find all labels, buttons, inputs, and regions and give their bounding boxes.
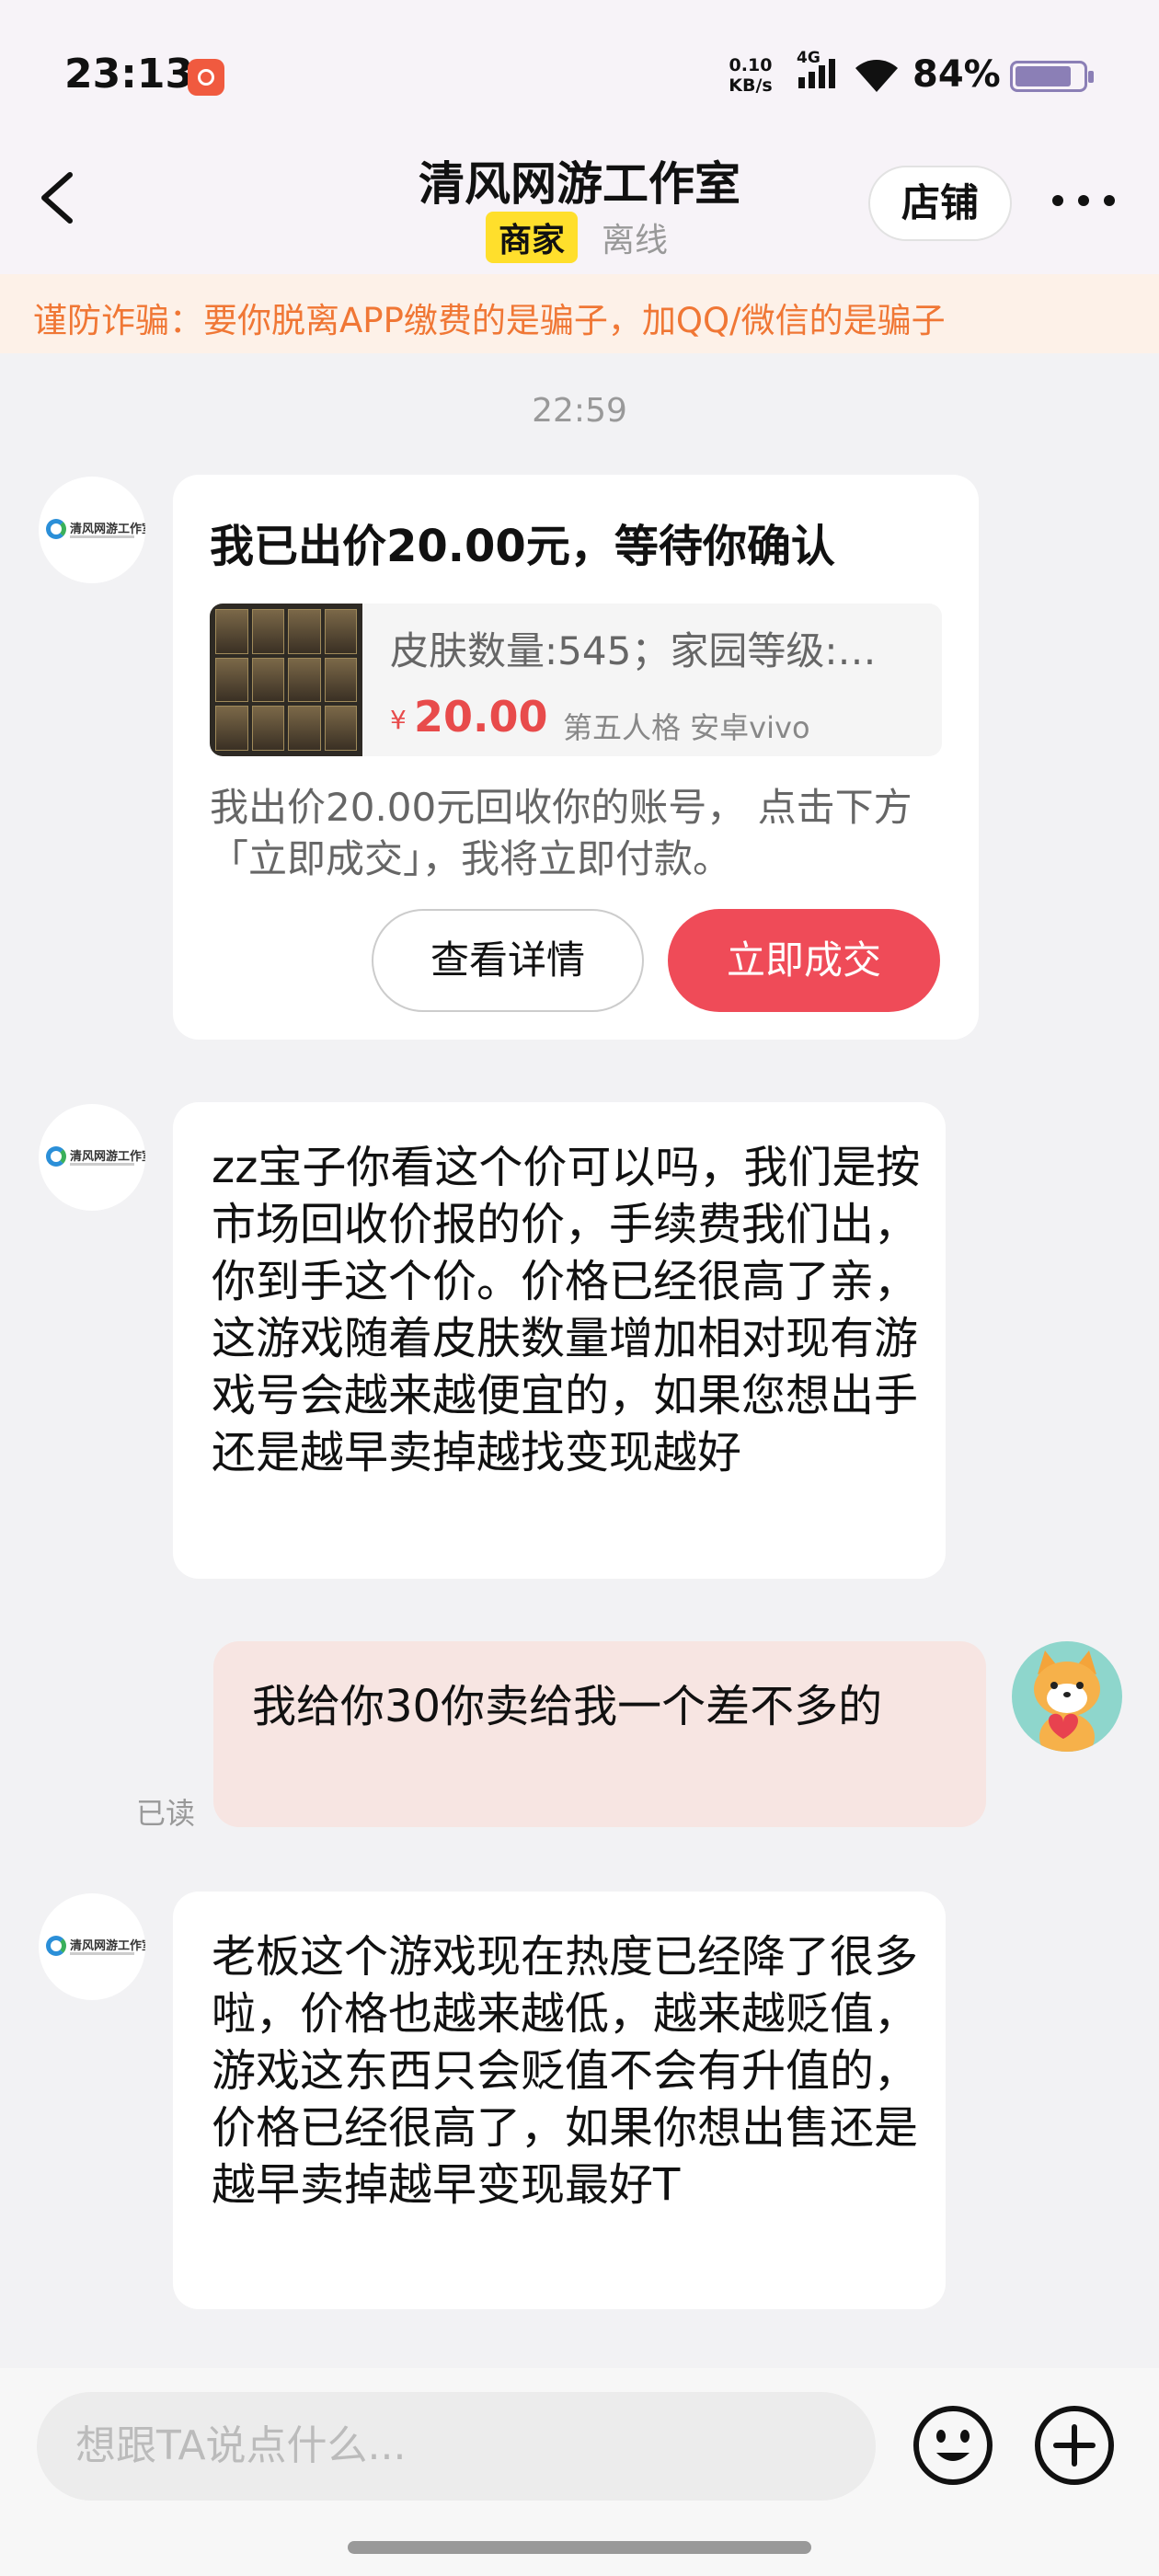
logo-text: 清风网游工作室	[70, 1150, 145, 1164]
battery-icon	[1010, 61, 1094, 92]
status-bar: 23:13 0.10 KB/s 4G 84%	[0, 0, 1159, 156]
battery-percent: 84%	[912, 53, 1001, 96]
add-icon[interactable]	[1032, 2403, 1117, 2488]
message-timestamp: 22:59	[532, 392, 627, 430]
message-text: 我给你30你卖给我一个差不多的	[252, 1681, 883, 1732]
back-arrow-icon[interactable]	[33, 166, 88, 230]
shop-button[interactable]: 店铺	[868, 166, 1012, 241]
fraud-warning-banner: 谨防诈骗：要你脱离APP缴费的是骗子，加QQ/微信的是骗子	[0, 274, 1159, 353]
logo-icon	[46, 1146, 66, 1167]
message-text: zz宝子你看这个价可以吗，我们是按市场回收价报的价，手续费我们出，你到手这个价。…	[212, 1142, 921, 1478]
message-input[interactable]: 想跟TA说点什么...	[37, 2392, 876, 2501]
price-currency: ¥	[390, 705, 407, 735]
logo-icon	[46, 1936, 66, 1956]
product-tags: 第五人格 安卓vivo	[563, 710, 810, 745]
view-details-button[interactable]: 查看详情	[372, 909, 644, 1012]
merchant-avatar[interactable]: 清风网游工作室	[39, 477, 145, 583]
logo-icon	[46, 519, 66, 539]
chat-title: 清风网游工作室	[419, 157, 740, 211]
merchant-badge: 商家	[486, 212, 579, 263]
logo-text: 清风网游工作室	[70, 523, 145, 536]
message-bubble: 老板这个游戏现在热度已经降了很多啦，价格也越来越低，越来越贬值，游戏这东西只会贬…	[173, 1892, 946, 2309]
user-avatar[interactable]	[1012, 1641, 1122, 1752]
network-speed: 0.10 KB/s	[729, 55, 773, 96]
fraud-warning-text: 谨防诈骗：要你脱离APP缴费的是骗子，加QQ/微信的是骗子	[33, 301, 946, 340]
home-indicator[interactable]	[348, 2541, 811, 2554]
shiba-dog-icon	[1034, 1650, 1100, 1752]
product-description: 皮肤数量:545；家园等级:…	[390, 628, 877, 673]
emoji-icon[interactable]	[911, 2403, 995, 2488]
chat-header: 清风网游工作室 商家 离线 店铺	[0, 138, 1159, 274]
more-icon[interactable]	[1049, 191, 1119, 210]
merchant-avatar[interactable]: 清风网游工作室	[39, 1893, 145, 2000]
product-summary[interactable]: 皮肤数量:545；家园等级:… ¥ 20.00 第五人格 安卓vivo	[210, 604, 942, 756]
offer-note: 我出价20.00元回收你的账号， 点击下方「立即成交」，我将立即付款。	[210, 785, 912, 881]
message-text: 老板这个游戏现在热度已经降了很多啦，价格也越来越低，越来越贬值，游戏这东西只会贬…	[212, 1931, 919, 2211]
app-notification-icon	[188, 59, 224, 96]
wifi-icon	[855, 60, 898, 92]
message-bubble: zz宝子你看这个价可以吗，我们是按市场回收价报的价，手续费我们出，你到手这个价。…	[173, 1102, 946, 1579]
offer-card: 我已出价20.00元，等待你确认 皮肤数量:545；家园等级:… ¥ 20.00…	[173, 475, 979, 1040]
offer-title: 我已出价20.00元，等待你确认	[210, 521, 835, 572]
signal-icon: 4G	[797, 49, 835, 88]
merchant-avatar[interactable]: 清风网游工作室	[39, 1104, 145, 1211]
product-price: 20.00	[414, 692, 548, 742]
status-time: 23:13	[64, 51, 194, 98]
product-thumbnail	[210, 604, 362, 756]
my-message-bubble: 我给你30你卖给我一个差不多的	[213, 1641, 986, 1827]
read-receipt: 已读	[136, 1796, 196, 1831]
svg-text:4G: 4G	[797, 49, 820, 67]
accept-deal-button[interactable]: 立即成交	[668, 909, 940, 1012]
online-status: 离线	[602, 222, 669, 259]
logo-text: 清风网游工作室	[70, 1939, 145, 1953]
